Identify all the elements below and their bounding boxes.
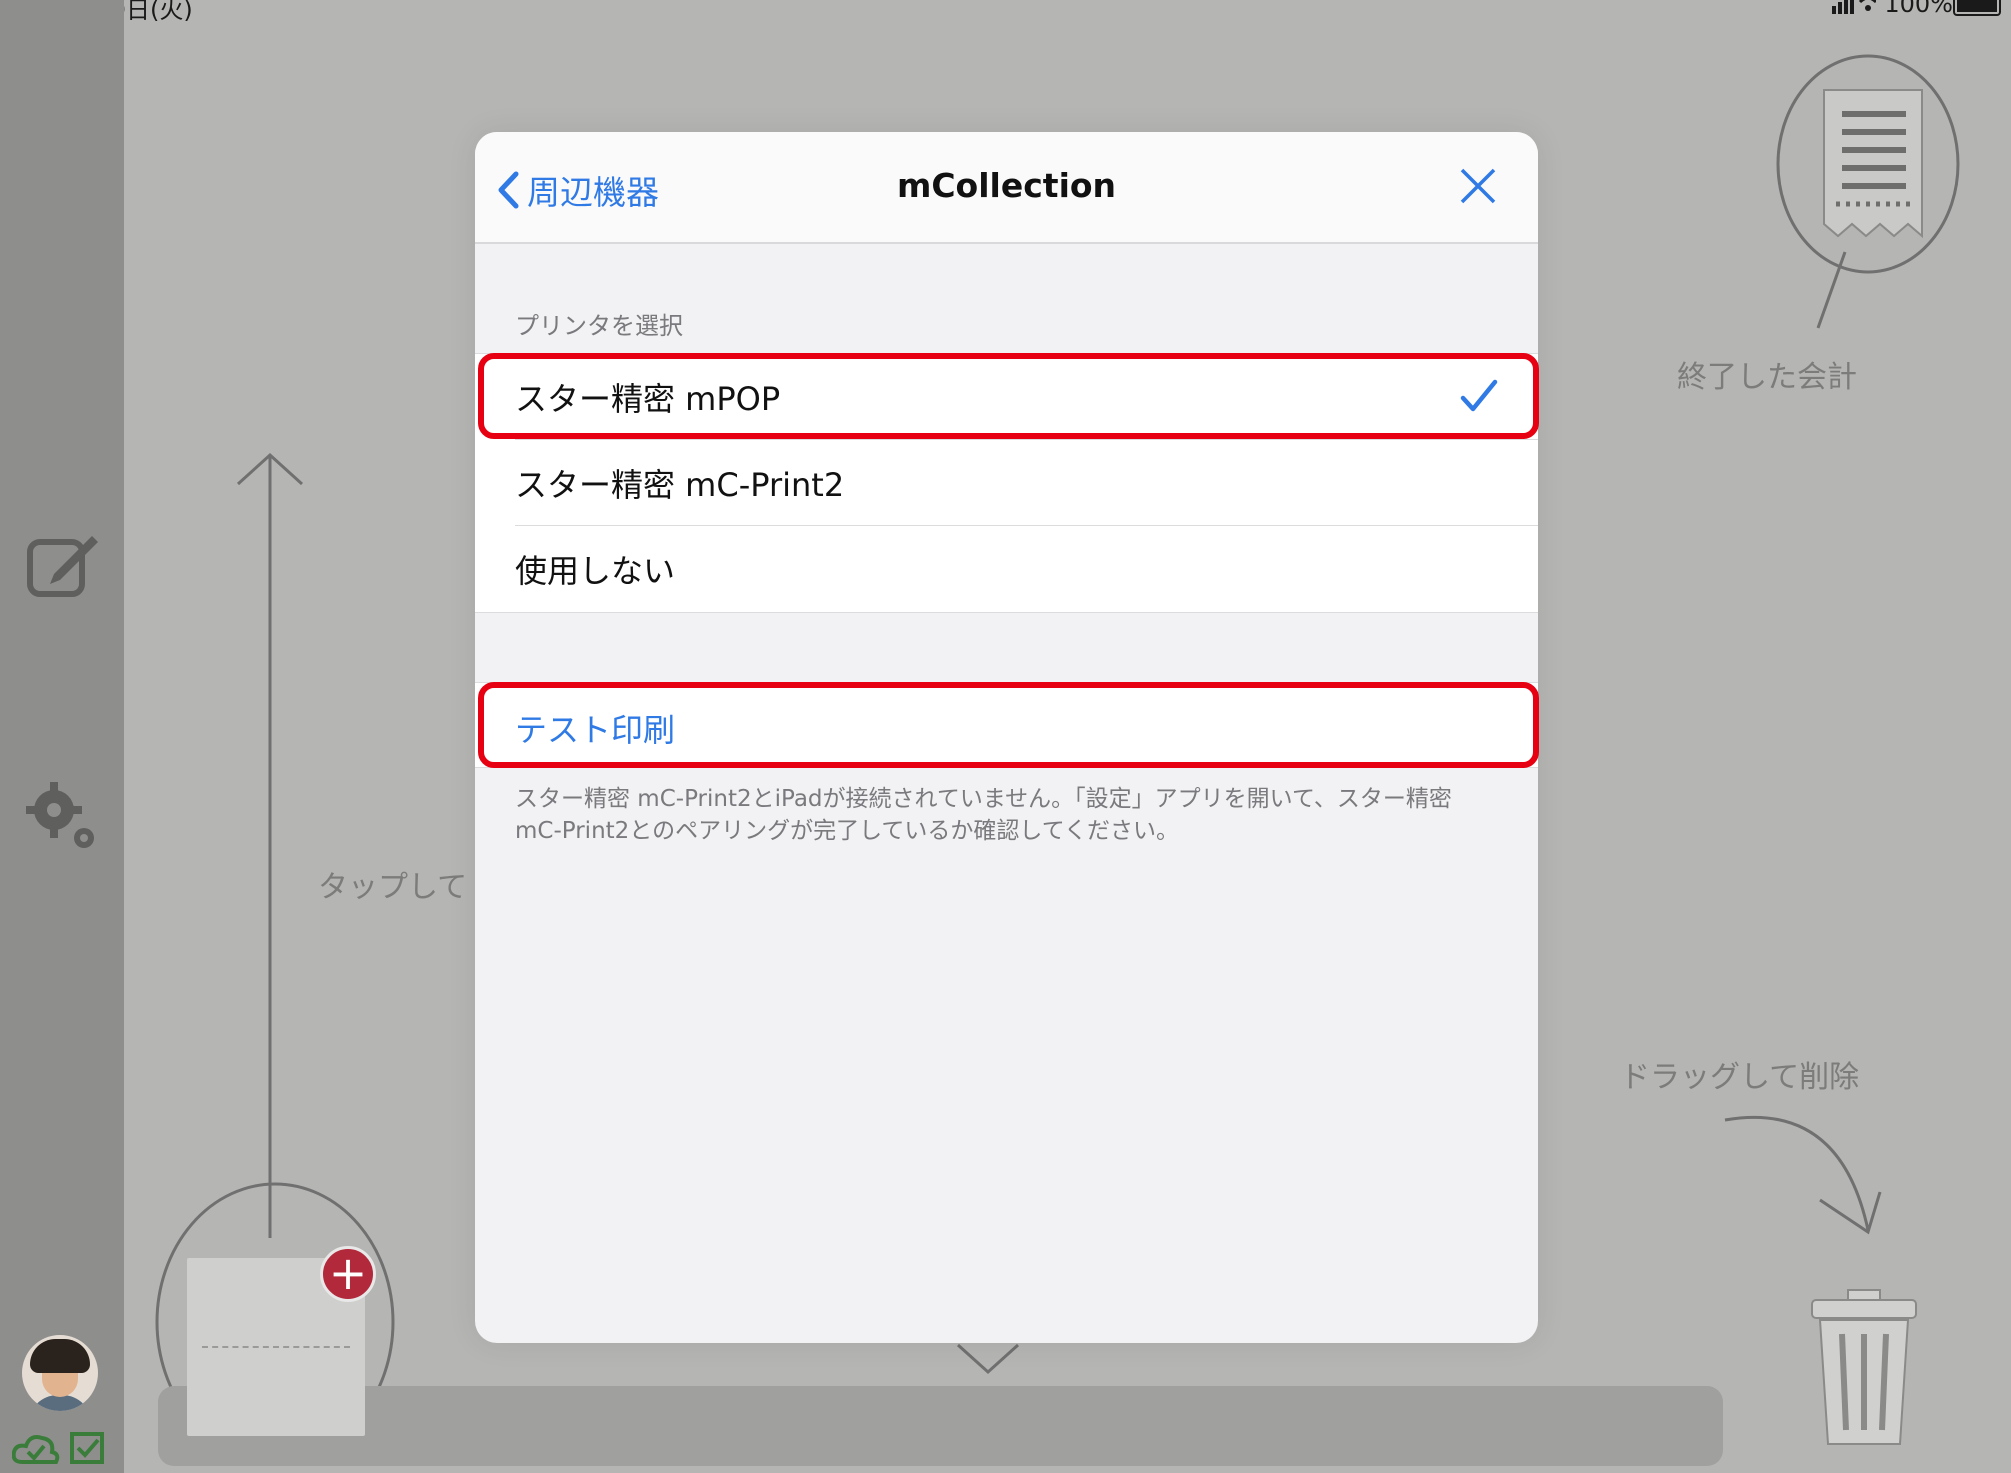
- printer-option-label: スター精密 mPOP: [515, 380, 781, 418]
- printer-option-label: スター精密 mC-Print2: [515, 466, 845, 504]
- hint-drag-delete: ドラッグして削除: [1620, 1060, 1860, 1095]
- connection-warning-text: スター精密 mC-Print2とiPadが接続されていません。「設定」アプリを開…: [515, 786, 1452, 844]
- printer-option-none[interactable]: 使用しない: [475, 526, 1538, 612]
- printer-option-mc-print2[interactable]: スター精密 mC-Print2: [475, 440, 1538, 526]
- test-print-button[interactable]: テスト印刷: [475, 682, 1538, 768]
- printer-list: スター精密 mPOP スター精密 mC-Print2 使用しない: [475, 353, 1538, 613]
- plus-icon[interactable]: +: [320, 1246, 376, 1302]
- test-print-label: テスト印刷: [515, 711, 676, 749]
- hint-finished-receipts: 終了した会計: [1677, 360, 1857, 395]
- printer-option-label: 使用しない: [515, 552, 676, 590]
- modal-title: mCollection: [896, 166, 1117, 205]
- section-label: プリンタを選択: [515, 312, 683, 340]
- modal-nav-bar: 周辺機器 mCollection: [475, 132, 1538, 244]
- bottom-tray: [158, 1386, 1723, 1466]
- checkmark-icon: [1460, 379, 1498, 412]
- printer-settings-modal: 周辺機器 mCollection プリンタを選択 スター精密 mPOP スター精…: [475, 132, 1538, 1343]
- receipt-icon: [1823, 89, 1923, 239]
- close-icon[interactable]: [1458, 166, 1498, 206]
- trash-icon[interactable]: [1808, 1288, 1920, 1448]
- hint-tap: タップして: [318, 870, 468, 905]
- printer-option-mpop[interactable]: スター精密 mPOP: [475, 354, 1538, 440]
